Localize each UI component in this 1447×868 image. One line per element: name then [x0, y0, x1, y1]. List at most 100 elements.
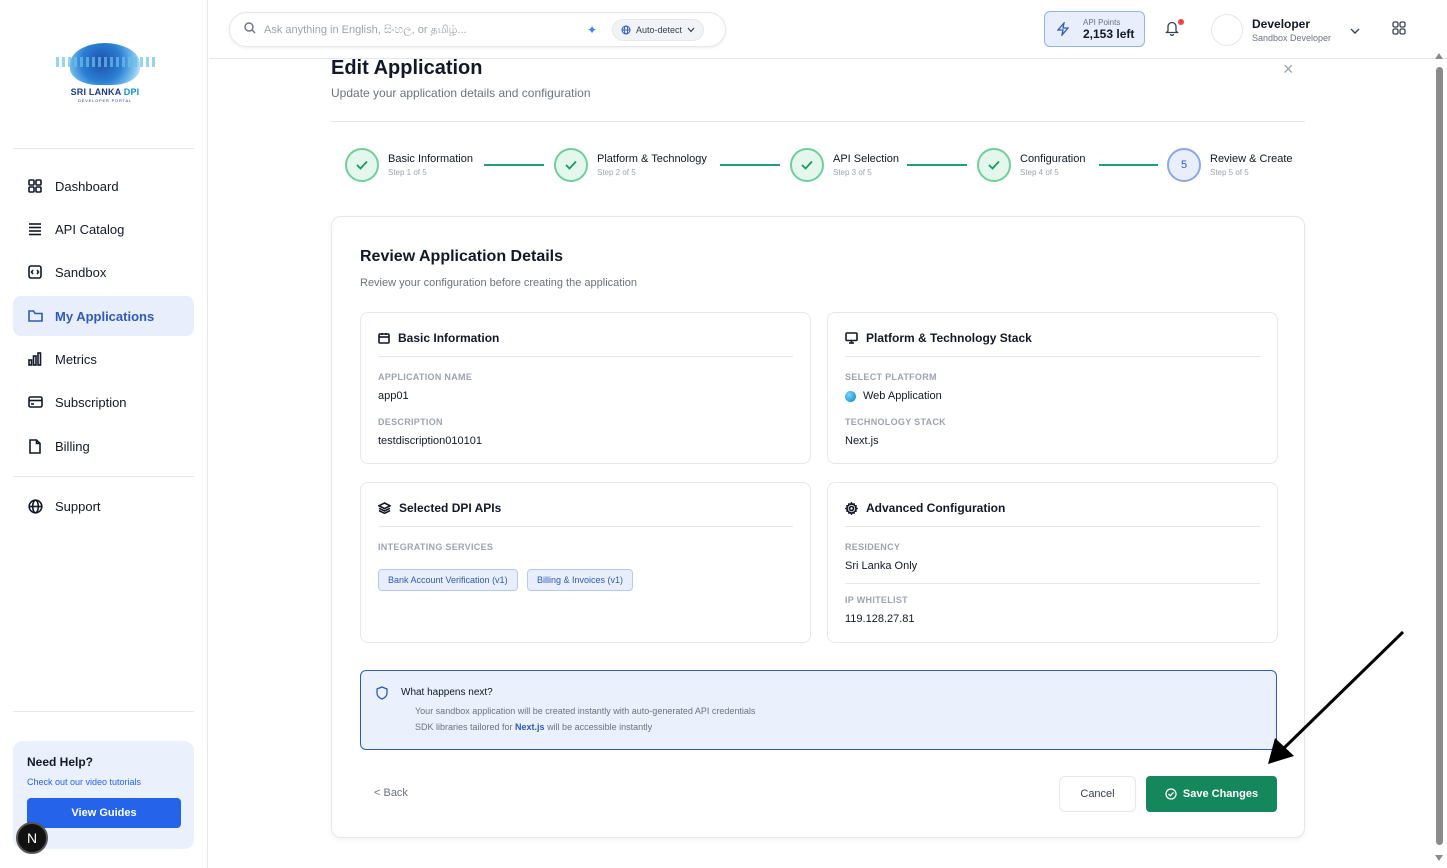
bar-chart-icon	[27, 351, 43, 367]
box-divider	[845, 526, 1260, 527]
lightning-icon	[1057, 22, 1069, 36]
what-happens-next-panel: What happens next? Your sandbox applicat…	[360, 670, 1277, 750]
monitor-icon	[845, 332, 858, 344]
apps-grid-icon[interactable]	[1392, 21, 1406, 40]
video-tutorials-link[interactable]: Check out our video tutorials	[27, 777, 180, 787]
step-connector	[907, 164, 967, 166]
advanced-configuration-box: Advanced Configuration RESIDENCY Sri Lan…	[827, 482, 1278, 643]
residency-label: RESIDENCY	[845, 542, 901, 552]
sidebar-item-support[interactable]: Support	[13, 486, 194, 526]
check-icon	[554, 148, 588, 182]
search-icon	[244, 21, 256, 39]
save-changes-button[interactable]: Save Changes	[1146, 776, 1277, 812]
info-line: SDK libraries tailored for Next.js will …	[415, 722, 653, 732]
step-subtitle: Step 4 of 5	[1020, 168, 1059, 177]
sidebar-divider	[13, 476, 194, 477]
select-platform-label: SELECT PLATFORM	[845, 372, 937, 382]
info-line: Your sandbox application will be created…	[415, 706, 756, 716]
file-icon	[27, 438, 43, 454]
sidebar-item-label: Sandbox	[55, 264, 107, 280]
top-bar: ✦ Auto-detect API Points 2,153 left Deve…	[209, 0, 1447, 59]
shield-icon	[376, 686, 388, 705]
user-name[interactable]: Developer	[1252, 17, 1310, 31]
selected-apis-box: Selected DPI APIs INTEGRATING SERVICES B…	[360, 482, 811, 643]
ip-whitelist-label: IP WHITELIST	[845, 595, 908, 605]
technology-stack-label: TECHNOLOGY STACK	[845, 417, 946, 427]
step-connector	[1099, 164, 1158, 166]
scroll-down-arrow[interactable]	[1435, 855, 1443, 861]
api-chip: Billing & Invoices (v1)	[527, 569, 634, 591]
back-button[interactable]: < Back	[374, 787, 408, 799]
sri-lanka-map-icon	[56, 43, 156, 85]
sidebar-item-metrics[interactable]: Metrics	[13, 339, 194, 379]
step-title: Configuration	[1020, 153, 1086, 165]
sidebar-item-billing[interactable]: Billing	[13, 426, 194, 466]
cancel-button[interactable]: Cancel	[1059, 776, 1136, 812]
avatar[interactable]	[1211, 14, 1243, 46]
list-icon	[27, 221, 43, 237]
user-role: Sandbox Developer	[1252, 33, 1332, 43]
sidebar-item-subscription[interactable]: Subscription	[13, 382, 194, 422]
sidebar-item-my-applications[interactable]: My Applications	[13, 296, 194, 336]
close-icon[interactable]: ×	[1283, 59, 1294, 80]
language-selector[interactable]: Auto-detect	[612, 19, 705, 41]
box-heading: Advanced Configuration	[845, 501, 1005, 515]
dashboard-grid-icon	[27, 178, 43, 194]
review-card: Review Application Details Review your c…	[331, 216, 1305, 838]
box-heading: Basic Information	[378, 331, 499, 345]
api-points-value: 2,153 left	[1083, 26, 1135, 41]
api-points-badge[interactable]: API Points 2,153 left	[1044, 11, 1145, 47]
folder-icon	[27, 308, 43, 324]
check-circle-icon	[1165, 788, 1177, 800]
ai-sparkle-icon[interactable]: ✦	[587, 23, 597, 37]
chevron-down-icon[interactable]	[1350, 22, 1360, 40]
application-name-label: APPLICATION NAME	[378, 372, 473, 382]
check-icon	[345, 148, 379, 182]
sidebar-item-label: Support	[55, 498, 101, 514]
logo-text: SRI LANKA DPI	[70, 87, 140, 97]
sidebar-item-sandbox[interactable]: Sandbox	[13, 252, 194, 292]
step-api-selection[interactable]: API Selection Step 3 of 5	[790, 148, 899, 182]
api-chip: Bank Account Verification (v1)	[378, 569, 518, 591]
platform-technology-box: Platform & Technology Stack SELECT PLATF…	[827, 312, 1278, 464]
platform-value: Web Application	[845, 390, 942, 402]
step-configuration[interactable]: Configuration Step 4 of 5	[977, 148, 1085, 182]
residency-value: Sri Lanka Only	[845, 560, 918, 572]
globe-icon	[845, 390, 856, 402]
page-scrollbar[interactable]	[1431, 53, 1447, 868]
brand-logo[interactable]: SRI LANKA DPI DEVELOPER PORTAL	[40, 28, 170, 118]
description-label: DESCRIPTION	[378, 417, 443, 427]
box-divider	[845, 583, 1260, 584]
basic-information-box: Basic Information APPLICATION NAME app01…	[360, 312, 811, 464]
box-heading: Selected DPI APIs	[378, 501, 501, 515]
sidebar-item-label: My Applications	[55, 308, 155, 324]
scroll-thumb[interactable]	[1436, 67, 1443, 845]
sidebar-divider	[13, 711, 194, 712]
annotation-arrow	[1268, 630, 1405, 764]
step-subtitle: Step 1 of 5	[388, 168, 427, 177]
step-subtitle: Step 3 of 5	[833, 168, 872, 177]
box-divider	[378, 526, 793, 527]
box-divider	[845, 356, 1260, 357]
review-title: Review Application Details	[360, 248, 564, 265]
step-title: Review & Create	[1210, 153, 1293, 165]
step-connector	[720, 164, 780, 166]
search-input[interactable]	[264, 23, 574, 36]
view-guides-button[interactable]: View Guides	[27, 798, 181, 828]
step-number: 5	[1167, 148, 1201, 182]
bell-icon[interactable]	[1164, 20, 1180, 41]
next-dev-badge[interactable]: N	[16, 822, 48, 854]
description-value: testdiscription010101	[378, 435, 482, 447]
box-divider	[378, 356, 793, 357]
sidebar-item-api-catalog[interactable]: API Catalog	[13, 209, 194, 249]
language-value: Auto-detect	[636, 25, 683, 35]
sidebar-item-label: Billing	[55, 438, 90, 454]
step-review-create[interactable]: 5 Review & Create Step 5 of 5	[1167, 148, 1293, 182]
review-subtitle: Review your configuration before creatin…	[360, 277, 637, 289]
step-platform-technology[interactable]: Platform & Technology Step 2 of 5	[554, 148, 707, 182]
globe-icon	[621, 25, 631, 35]
step-basic-information[interactable]: Basic Information Step 1 of 5	[345, 148, 473, 182]
scroll-up-arrow[interactable]	[1435, 53, 1443, 59]
help-title: Need Help?	[27, 755, 94, 769]
sidebar-item-dashboard[interactable]: Dashboard	[13, 166, 194, 206]
